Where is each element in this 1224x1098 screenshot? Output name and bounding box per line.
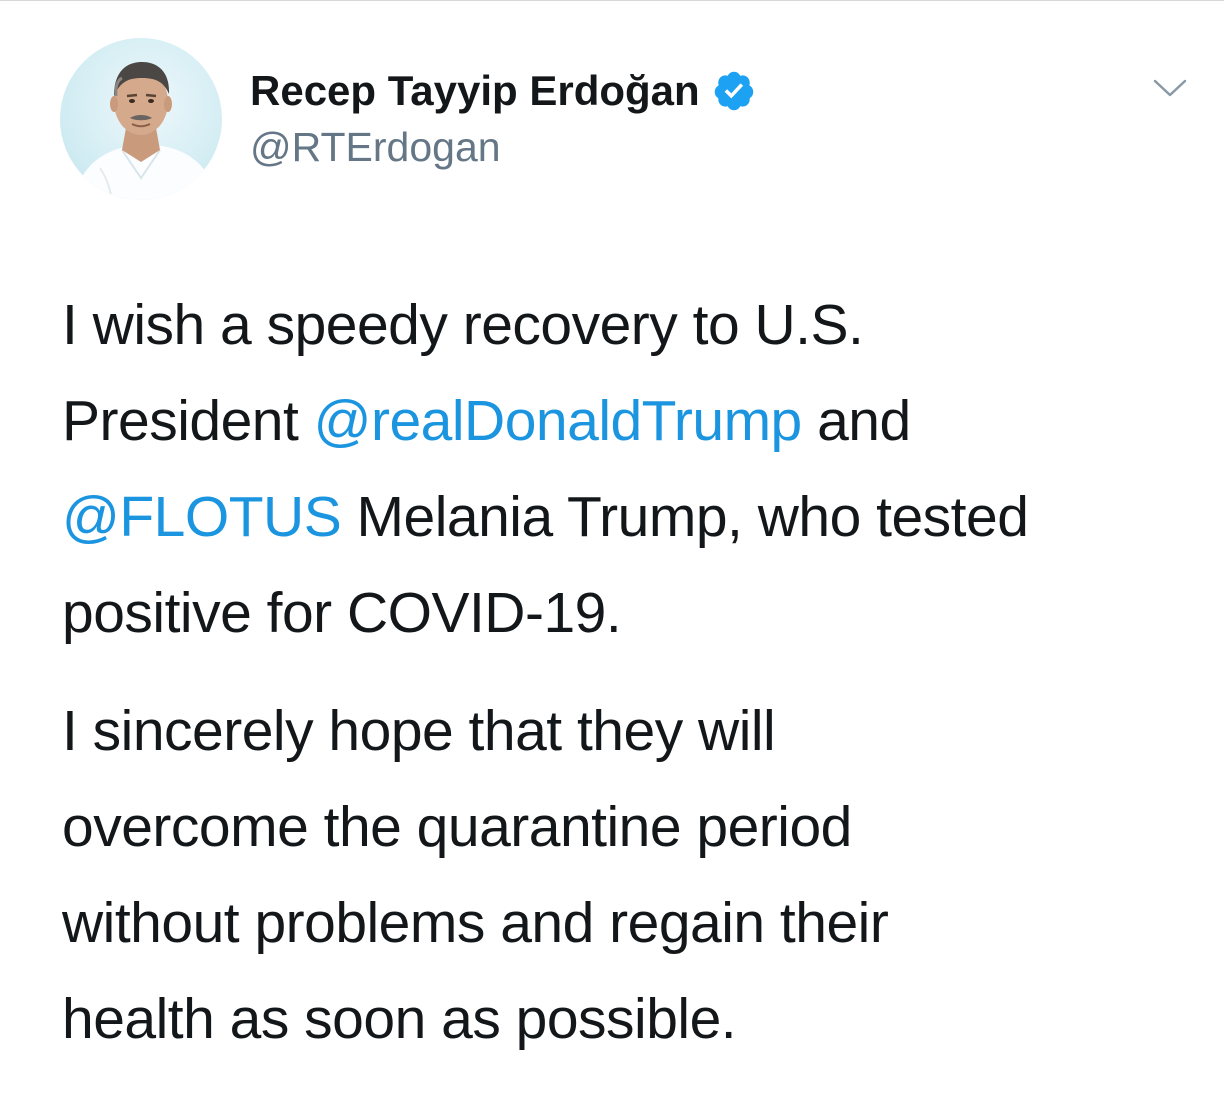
chevron-down-icon[interactable] xyxy=(1152,76,1188,100)
tweet-text-segment: health as soon as possible. xyxy=(62,987,737,1051)
tweet-text-segment: I wish a speedy recovery to U.S. xyxy=(62,293,864,357)
tweet-text-segment: I sincerely hope that they will xyxy=(62,699,776,763)
tweet-text-segment: positive for COVID-19. xyxy=(62,581,622,645)
top-divider xyxy=(0,0,1224,1)
tweet-text-segment: President xyxy=(62,389,314,453)
tweet-line: health as soon as possible. xyxy=(62,971,1192,1067)
tweet-line: overcome the quarantine period xyxy=(62,779,1192,875)
tweet-text-segment: and xyxy=(801,389,911,453)
mention-link[interactable]: @FLOTUS xyxy=(62,485,342,549)
tweet-text-segment: overcome the quarantine period xyxy=(62,795,852,859)
tweet-paragraph: I wish a speedy recovery to U.S. Presiden… xyxy=(62,277,1192,661)
tweet-text-segment: Melania Trump, who tested xyxy=(341,485,1029,549)
tweet-paragraph: I sincerely hope that they will overcome … xyxy=(62,683,1192,1067)
tweet-text-segment: without problems and regain their xyxy=(62,891,889,955)
mention-link[interactable]: @realDonaldTrump xyxy=(314,389,803,453)
tweet-text: I wish a speedy recovery to U.S. Presiden… xyxy=(62,277,1192,1067)
avatar[interactable] xyxy=(60,38,222,200)
tweet-line: @FLOTUS Melania Trump, who tested xyxy=(62,469,1192,565)
tweet-line: President @realDonaldTrump and xyxy=(62,373,1192,469)
tweet-line: positive for COVID-19. xyxy=(62,565,1192,661)
author-handle[interactable]: @RTErdogan xyxy=(250,124,501,171)
verified-badge-icon xyxy=(712,69,756,113)
tweet-line: I wish a speedy recovery to U.S. xyxy=(62,277,1192,373)
author-name-row[interactable]: Recep Tayyip Erdoğan xyxy=(250,66,756,116)
tweet-line: I sincerely hope that they will xyxy=(62,683,1192,779)
author-display-name[interactable]: Recep Tayyip Erdoğan xyxy=(250,67,700,115)
tweet-line: without problems and regain their xyxy=(62,875,1192,971)
